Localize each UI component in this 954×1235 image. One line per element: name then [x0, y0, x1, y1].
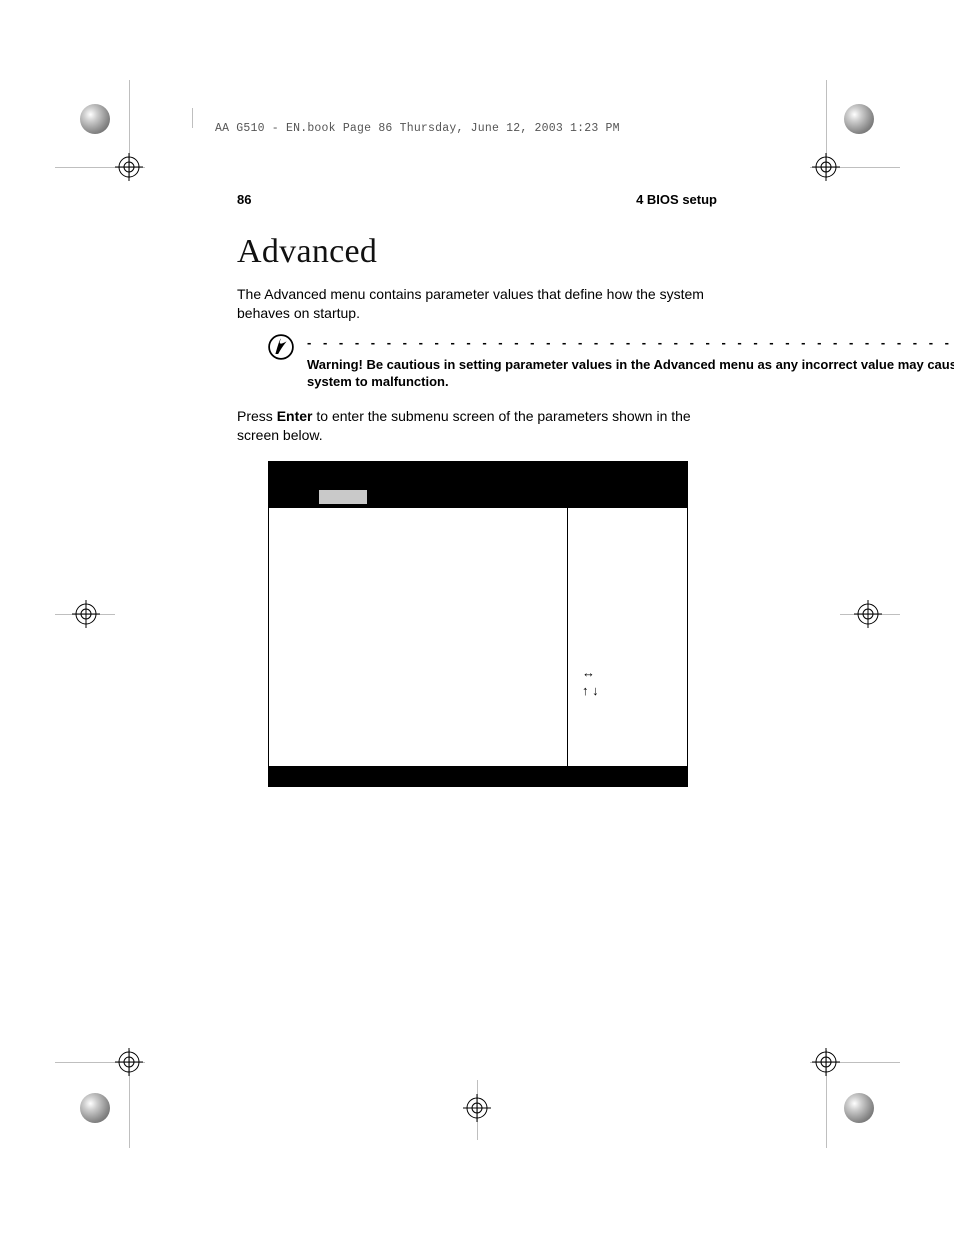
crop-line — [826, 1050, 827, 1148]
intro-paragraph: The Advanced menu contains parameter val… — [237, 285, 717, 323]
nav-arrows: ↔ ↑ ↓ — [582, 664, 599, 700]
reg-ball-tl — [80, 104, 110, 134]
bios-screenshot: ↔ ↑ ↓ — [268, 461, 688, 787]
crop-line — [810, 1062, 900, 1063]
reg-ball-tr — [844, 104, 874, 134]
bios-main-panel — [269, 508, 567, 766]
page-title: Advanced — [237, 233, 717, 271]
crop-line — [810, 167, 900, 168]
running-head: 86 4 BIOS setup — [237, 192, 717, 207]
crop-line — [129, 80, 130, 178]
page-number: 86 — [237, 192, 251, 207]
bios-tab-row — [269, 490, 687, 508]
warning-block: - - - - - - - - - - - - - - - - - - - - … — [267, 335, 717, 391]
dotted-rule: - - - - - - - - - - - - - - - - - - - - … — [307, 335, 954, 350]
crop-line — [840, 614, 900, 615]
crop-line — [55, 167, 145, 168]
crop-line — [826, 80, 827, 178]
crop-line — [129, 1050, 130, 1148]
bios-help-panel: ↔ ↑ ↓ — [567, 508, 687, 766]
crop-line — [192, 108, 193, 128]
enter-key-label: Enter — [277, 408, 313, 424]
enter-instruction: Press Enter to enter the submenu screen … — [237, 407, 717, 445]
section-label: 4 BIOS setup — [636, 192, 717, 207]
source-file-tag: AA G510 - EN.book Page 86 Thursday, June… — [215, 122, 620, 135]
bios-tab-advanced — [319, 490, 367, 504]
reg-ball-bl — [80, 1093, 110, 1123]
crop-line — [55, 614, 115, 615]
warning-label: Warning! — [307, 357, 366, 372]
warning-message: Be cautious in setting parameter values … — [307, 357, 954, 390]
arrow-vertical-icon: ↑ ↓ — [582, 682, 599, 700]
warning-icon — [267, 333, 295, 391]
bios-footer-bar — [269, 766, 687, 786]
bios-title-bar — [269, 462, 687, 490]
page-content: 86 4 BIOS setup Advanced The Advanced me… — [237, 192, 717, 457]
warning-text: Warning! Be cautious in setting paramete… — [307, 356, 954, 391]
crop-line — [477, 1080, 478, 1140]
arrow-horizontal-icon: ↔ — [582, 664, 599, 682]
bios-body: ↔ ↑ ↓ — [269, 508, 687, 766]
text-prefix: Press — [237, 408, 277, 424]
crop-line — [55, 1062, 145, 1063]
reg-ball-br — [844, 1093, 874, 1123]
